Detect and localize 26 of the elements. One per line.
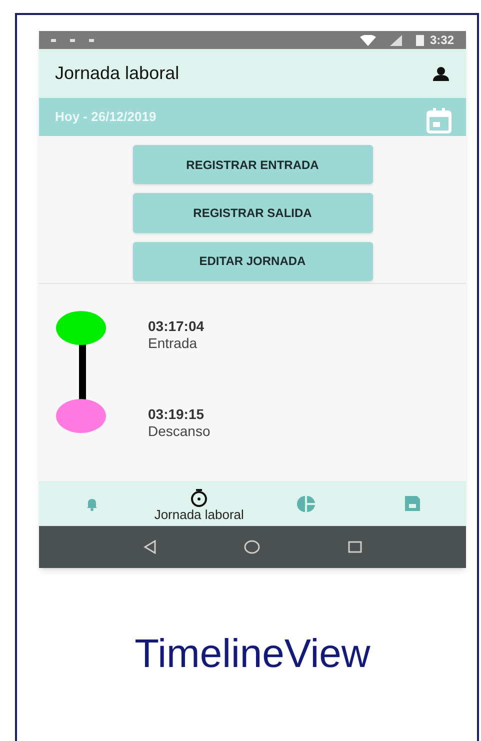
back-icon[interactable] [142, 540, 157, 554]
action-button[interactable]: REGISTRAR ENTRADA [132, 145, 372, 184]
person-icon[interactable] [432, 66, 450, 80]
event-time: 03:17:04 [148, 318, 204, 335]
nav-tab[interactable]: Jornada laboral [146, 481, 252, 526]
wifi-icon [360, 34, 376, 46]
event-label: Entrada [148, 335, 198, 352]
toolbar-title: Jornada laboral [55, 62, 180, 85]
home-icon[interactable] [244, 540, 260, 554]
notification-icon [70, 38, 75, 42]
signal-icon [390, 34, 402, 46]
stopwatch-icon [190, 488, 208, 506]
figure-caption: TimelineView [134, 631, 370, 678]
save-icon [405, 496, 420, 511]
notification-icon [51, 38, 56, 42]
date-text: Hoy - 26/12/2019 [55, 108, 158, 126]
action-button[interactable]: REGISTRAR SALIDA [132, 193, 372, 233]
bell-icon [85, 496, 100, 510]
battery-icon [416, 34, 424, 46]
action-button[interactable]: EDITAR JORNADA [132, 242, 372, 281]
pie-chart-icon [296, 496, 315, 512]
event-label: Descanso [148, 423, 210, 440]
event-time: 03:19:15 [148, 406, 206, 423]
status-time: 3:32 [430, 32, 454, 49]
recents-icon[interactable] [348, 541, 362, 553]
notification-icon [89, 38, 94, 42]
